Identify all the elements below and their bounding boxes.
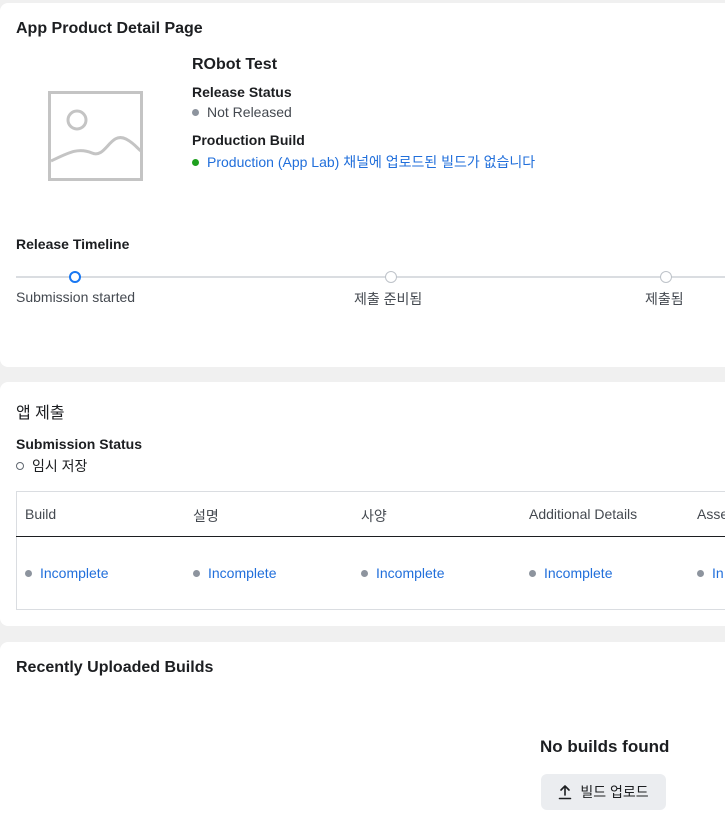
release-status: Not Released: [192, 104, 292, 120]
status-cell: Incomplete: [529, 565, 612, 581]
status-dot: [25, 569, 32, 577]
upload-icon: [559, 785, 572, 800]
column-header-description: 설명: [193, 508, 219, 524]
production-build: Production (App Lab) 채널에 업로드된 빌드가 없습니다: [192, 152, 535, 172]
specs-status-link[interactable]: Incomplete: [376, 565, 444, 581]
column-header-build: Build: [25, 506, 57, 522]
release-status-value: Not Released: [207, 104, 292, 120]
assets-status-link[interactable]: In: [712, 565, 724, 581]
column-header-additional-details: Additional Details: [529, 506, 638, 522]
production-build-label: Production Build: [192, 132, 305, 148]
status-dot: [192, 158, 199, 166]
release-timeline-label: Release Timeline: [16, 236, 130, 252]
card-title: App Product Detail Page: [16, 20, 203, 37]
card-title: 앱 제출: [16, 405, 65, 422]
status-dot: [361, 569, 368, 577]
status-cell: Incomplete: [193, 565, 276, 581]
column-header-assets: Asse: [697, 506, 725, 522]
status-dot: [529, 569, 536, 577]
column-header-specs: 사양: [361, 508, 387, 524]
release-status-label: Release Status: [192, 84, 292, 100]
additional-details-status-link[interactable]: Incomplete: [544, 565, 612, 581]
status-dot: [193, 569, 200, 577]
timeline-step-label: 제출 준비됨: [354, 291, 423, 307]
status-dot: [16, 462, 24, 470]
submission-status: 임시 저장: [16, 456, 87, 476]
upload-build-label: 빌드 업로드: [580, 784, 649, 800]
production-build-link[interactable]: Production (App Lab) 채널에 업로드된 빌드가 없습니다: [207, 152, 535, 172]
card-title: Recently Uploaded Builds: [16, 659, 214, 676]
product-detail-card: App Product Detail Page RObot Test Relea…: [0, 3, 725, 367]
timeline-node: [660, 271, 672, 283]
submission-status-value: 임시 저장: [32, 458, 88, 474]
image-placeholder-icon: [48, 91, 143, 181]
timeline-node-active: [69, 271, 81, 283]
status-cell: Incomplete: [361, 565, 444, 581]
status-cell: In: [697, 565, 724, 581]
table-header-divider: [16, 536, 725, 537]
app-name: RObot Test: [192, 56, 278, 73]
empty-state-title: No builds found: [540, 737, 670, 756]
timeline-step-label: Submission started: [16, 289, 136, 305]
app-submission-card: 앱 제출 Submission Status 임시 저장 Build 설명 사양…: [0, 382, 725, 626]
description-status-link[interactable]: Incomplete: [208, 565, 276, 581]
recent-builds-card: Recently Uploaded Builds No builds found…: [0, 642, 725, 821]
status-cell: Incomplete: [25, 565, 108, 581]
timeline-step-label: 제출됨: [645, 291, 684, 307]
build-status-link[interactable]: Incomplete: [40, 565, 108, 581]
timeline-track: [16, 276, 725, 278]
status-dot: [697, 569, 704, 577]
submission-status-label: Submission Status: [16, 436, 143, 452]
timeline-node: [385, 271, 397, 283]
upload-build-button[interactable]: 빌드 업로드: [541, 774, 666, 810]
status-dot: [192, 108, 199, 116]
